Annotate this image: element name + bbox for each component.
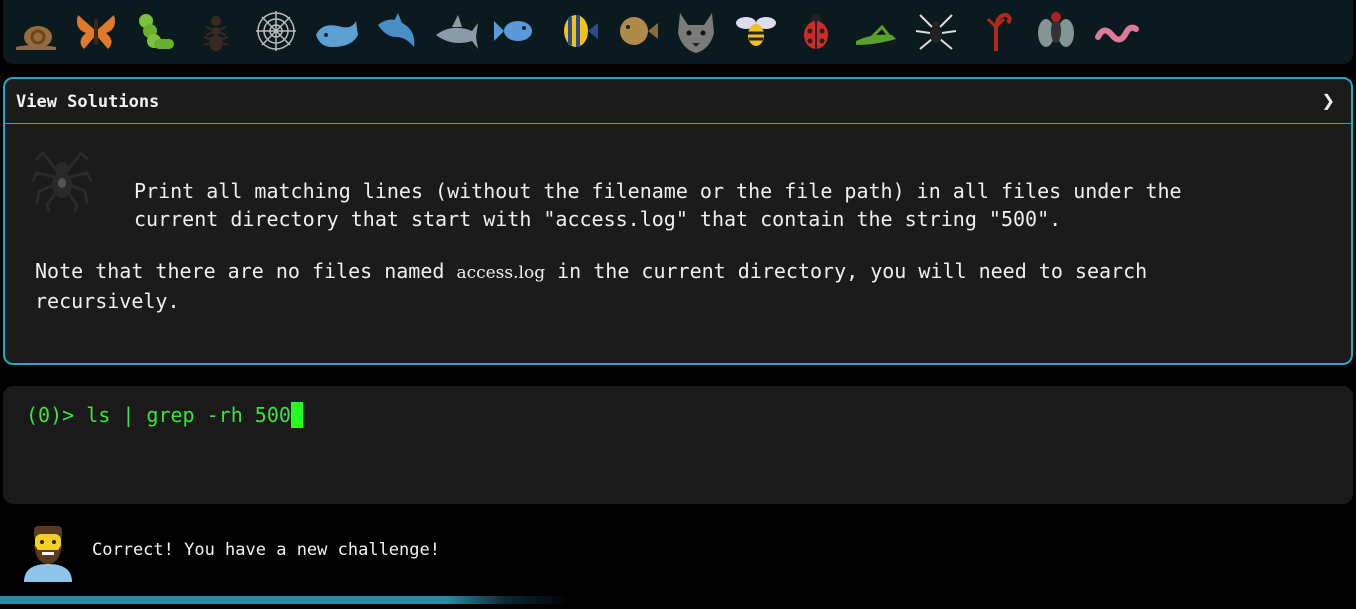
fish-icon bbox=[492, 7, 540, 55]
caterpillar-icon bbox=[132, 7, 180, 55]
feedback-message: Correct! You have a new challenge! bbox=[92, 540, 440, 560]
challenge-panel: View Solutions ❯ Print all matching line… bbox=[3, 77, 1353, 365]
ant-icon bbox=[192, 7, 240, 55]
shark-icon bbox=[432, 7, 480, 55]
note-code: access.log bbox=[456, 263, 546, 283]
note-text-before: Note that there are no files named bbox=[35, 259, 457, 283]
view-solutions-toggle[interactable]: View Solutions ❯ bbox=[5, 79, 1351, 124]
ladybug-icon bbox=[792, 7, 840, 55]
tropical-fish-icon bbox=[552, 7, 600, 55]
progress-bar bbox=[0, 596, 1356, 604]
panel-title: View Solutions bbox=[16, 92, 160, 112]
command-input[interactable]: ls | grep -rh 500 bbox=[86, 403, 291, 427]
prompt: (0)> bbox=[26, 403, 87, 427]
challenge-description: Print all matching lines (without the fi… bbox=[134, 179, 1182, 231]
scorpion-icon bbox=[972, 7, 1020, 55]
command-line[interactable]: (0)> ls | grep -rh 500 bbox=[26, 402, 303, 428]
progress-fill bbox=[0, 596, 814, 604]
whale-icon bbox=[312, 7, 360, 55]
bearded-man-avatar bbox=[22, 520, 74, 582]
animal-progress-bar bbox=[3, 0, 1353, 64]
snail-icon bbox=[12, 7, 60, 55]
cricket-icon bbox=[852, 7, 900, 55]
wolf-icon bbox=[672, 7, 720, 55]
fly-icon bbox=[1032, 7, 1080, 55]
spider-icon bbox=[912, 7, 960, 55]
dolphin-icon bbox=[372, 7, 420, 55]
spider-icon bbox=[31, 147, 93, 213]
chevron-right-icon[interactable]: ❯ bbox=[1322, 89, 1335, 114]
challenge-note: Note that there are no files named acces… bbox=[35, 257, 1295, 315]
bee-icon bbox=[732, 7, 780, 55]
terminal[interactable]: (0)> ls | grep -rh 500 bbox=[3, 386, 1353, 504]
worm-icon bbox=[1092, 7, 1140, 55]
text-cursor bbox=[290, 402, 303, 428]
butterfly-icon bbox=[72, 7, 120, 55]
blowfish-icon bbox=[612, 7, 660, 55]
spider-web-icon bbox=[252, 7, 300, 55]
